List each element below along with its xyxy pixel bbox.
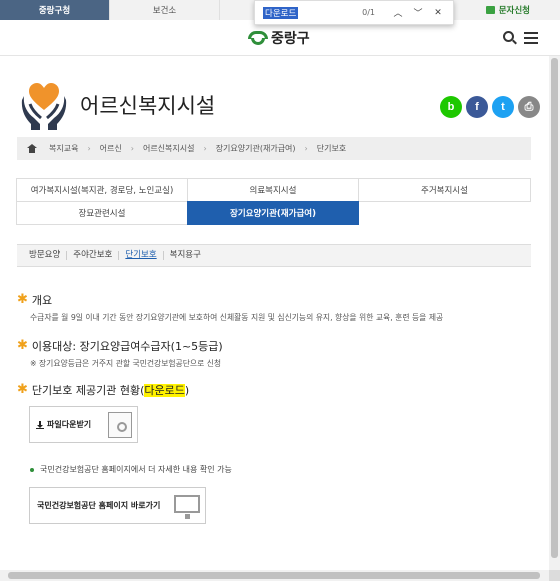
hamburger-menu-icon[interactable] [524, 32, 538, 44]
logo-text: 중랑구 [271, 31, 310, 47]
site-header: 중랑구 [0, 20, 560, 56]
breadcrumb-separator: › [130, 144, 134, 153]
overview-text: 수급자를 월 9일 이내 기간 동안 장기요양기관에 보호하여 신체활동 지원 … [30, 313, 444, 322]
find-input[interactable]: 다운로드 [263, 6, 299, 19]
print-icon[interactable]: ⎙ [518, 96, 540, 118]
target-heading: 이용대상: 장기요양급여수급자(1~5등급) [31, 340, 223, 353]
find-in-page-bar: 다운로드 0/1 ︿ ﹀ ✕ [254, 0, 454, 25]
star-bullet-icon: ✱ [17, 382, 28, 397]
overview-heading-row: ✱ 개요 [17, 292, 52, 308]
facility-menu: 여가복지시설(복지관, 경로당, 노인교실) 의료복지시설 주거복지시설 장묘관… [16, 178, 531, 225]
sms-label: 문자신청 [498, 6, 530, 16]
tab-day-night-care[interactable]: 주야간보호 [67, 251, 120, 260]
target-heading-row: ✱ 이용대상: 장기요양급여수급자(1~5등급) [17, 338, 223, 354]
sms-icon [485, 6, 495, 14]
logo-icon [248, 29, 268, 47]
star-bullet-icon: ✱ [17, 338, 28, 353]
file-download-button[interactable]: 파일다운받기 [29, 406, 138, 443]
tab-home-visit-care[interactable]: 방문요양 [23, 251, 68, 260]
find-highlight: 다운로드 [144, 384, 185, 397]
file-download-label: 파일다운받기 [47, 420, 92, 429]
tab-health-center[interactable]: 보건소 [110, 0, 220, 20]
menu-funeral-facilities[interactable]: 장묘관련시설 [16, 201, 188, 225]
file-search-icon [108, 412, 132, 438]
nhis-info-line: 국민건강보험공단 홈페이지에서 더 자세한 내용 확인 가능 [30, 464, 232, 475]
nhis-homepage-button[interactable]: 국민건강보험공단 홈페이지 바로가기 [29, 487, 206, 524]
scrollbar-corner [549, 570, 560, 581]
service-sub-tabs: 방문요양 주야간보호 단기보호 복지용구 [17, 244, 531, 267]
horizontal-scrollbar[interactable] [0, 570, 549, 581]
tab-junglang-office[interactable]: 중랑구청 [0, 0, 110, 20]
page-title: 어르신복지시설 [80, 94, 216, 118]
close-icon[interactable]: ✕ [431, 6, 445, 20]
site-logo[interactable]: 중랑구 [248, 28, 310, 48]
blog-icon[interactable]: b [440, 96, 462, 118]
page-title-row: 어르신복지시설 b f t ⎙ [20, 80, 540, 130]
breadcrumb: 복지교육 › 어르신 › 어르신복지시설 › 장기요양기관(재가급여) › 단기… [17, 137, 531, 160]
heart-hands-icon [21, 83, 67, 130]
breadcrumb-item[interactable]: 장기요양기관(재가급여) [216, 143, 296, 154]
status-heading-suffix: ) [184, 384, 190, 397]
monitor-icon [174, 495, 200, 519]
target-note: ※ 장기요양등급은 거주지 관할 국민건강보험공단으로 신청 [30, 359, 222, 368]
breadcrumb-item[interactable]: 어르신복지시설 [143, 143, 195, 154]
breadcrumb-item[interactable]: 복지교육 [49, 143, 78, 154]
sms-request-link[interactable]: 문자신청 [485, 0, 530, 20]
breadcrumb-separator: › [304, 144, 308, 153]
menu-residential-welfare[interactable]: 주거복지시설 [358, 178, 531, 202]
vertical-scroll-thumb[interactable] [551, 58, 558, 558]
nhis-info-text: 국민건강보험공단 홈페이지에서 더 자세한 내용 확인 가능 [40, 465, 232, 474]
status-heading-prefix: 단기보호 제공기관 현황( [31, 384, 145, 397]
horizontal-scroll-thumb[interactable] [8, 572, 540, 579]
status-heading: 단기보호 제공기관 현황(다운로드) [32, 382, 189, 398]
chevron-down-icon[interactable]: ﹀ [411, 6, 425, 20]
nhis-homepage-label: 국민건강보험공단 홈페이지 바로가기 [37, 501, 161, 510]
facebook-icon[interactable]: f [466, 96, 488, 118]
status-heading-row: ✱ 단기보호 제공기관 현황(다운로드) [17, 382, 189, 398]
menu-medical-welfare[interactable]: 의료복지시설 [187, 178, 359, 202]
breadcrumb-separator: › [203, 144, 207, 153]
breadcrumb-item[interactable]: 어르신 [100, 143, 122, 154]
tab-short-term-care[interactable]: 단기보호 [119, 251, 164, 260]
search-icon[interactable] [503, 31, 517, 45]
download-icon [36, 420, 44, 429]
overview-heading: 개요 [31, 294, 53, 307]
home-icon[interactable] [27, 144, 37, 153]
breadcrumb-item-current: 단기보호 [316, 144, 347, 153]
find-match-count: 0/1 [362, 8, 375, 17]
star-bullet-icon: ✱ [17, 292, 28, 307]
menu-leisure-welfare[interactable]: 여가복지시설(복지관, 경로당, 노인교실) [16, 178, 188, 202]
tab-welfare-equipment[interactable]: 복지용구 [164, 251, 207, 260]
bullet-dot-icon [30, 467, 34, 472]
twitter-icon[interactable]: t [492, 96, 514, 118]
menu-long-term-care[interactable]: 장기요양기관(재가급여) [187, 201, 359, 225]
breadcrumb-separator: › [87, 144, 91, 153]
chevron-up-icon[interactable]: ︿ [391, 6, 405, 20]
vertical-scrollbar[interactable] [549, 56, 560, 570]
share-buttons: b f t ⎙ [440, 96, 540, 118]
